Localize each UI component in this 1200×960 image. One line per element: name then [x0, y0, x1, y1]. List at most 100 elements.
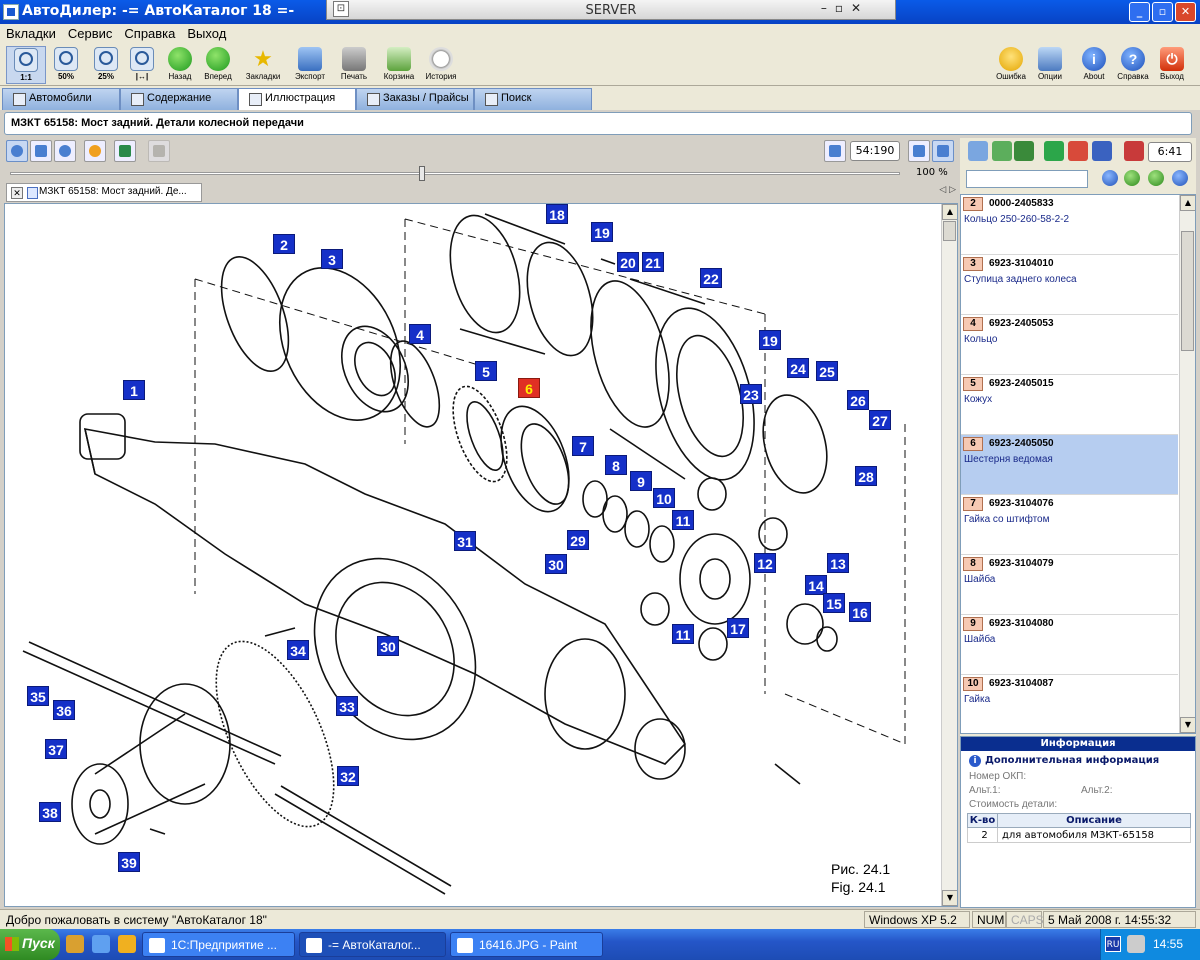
task-paint[interactable]: 16416.JPG - Paint: [450, 932, 603, 957]
grid-view-button[interactable]: [30, 140, 52, 162]
part-callout[interactable]: 15: [823, 593, 845, 613]
error-button[interactable]: Ошибка: [991, 46, 1031, 84]
parts-list-item[interactable]: 10 6923-3104087 Гайка: [961, 675, 1178, 733]
parts-list-item[interactable]: 9 6923-3104080 Шайба: [961, 615, 1178, 675]
exit-button[interactable]: ⏻ Выход: [1152, 46, 1192, 84]
part-callout[interactable]: 6: [518, 378, 540, 398]
part-callout[interactable]: 18: [546, 204, 568, 224]
edit-icon[interactable]: [1092, 141, 1112, 161]
part-callout[interactable]: 3: [321, 249, 343, 269]
part-callout[interactable]: 22: [700, 268, 722, 288]
part-callout[interactable]: 2: [273, 234, 295, 254]
part-callout[interactable]: 26: [847, 390, 869, 410]
part-callout[interactable]: 10: [653, 488, 675, 508]
part-callout[interactable]: 30: [545, 554, 567, 574]
pages-button[interactable]: [824, 140, 846, 162]
app-icon[interactable]: [3, 4, 19, 20]
menu-service[interactable]: Сервис: [62, 24, 119, 43]
part-callout[interactable]: 39: [118, 852, 140, 872]
part-callout[interactable]: 36: [53, 700, 75, 720]
menu-tabs[interactable]: Вкладки: [0, 24, 62, 43]
refresh-view-button[interactable]: [6, 140, 28, 162]
zoom-slider-track[interactable]: [10, 172, 900, 175]
task-autocatalog[interactable]: -= АвтоКаталог...: [299, 932, 446, 957]
parts-list-item[interactable]: 8 6923-3104079 Шайба: [961, 555, 1178, 615]
part-callout[interactable]: 30: [377, 636, 399, 656]
cart-button[interactable]: Корзина: [379, 46, 419, 84]
scroll-down-icon[interactable]: ▼: [1180, 717, 1195, 733]
delete-icon[interactable]: [1068, 141, 1088, 161]
part-callout[interactable]: 28: [855, 466, 877, 486]
zoom-25-button[interactable]: 25%: [86, 46, 126, 84]
zoom-50-button[interactable]: 50%: [46, 46, 86, 84]
part-callout[interactable]: 37: [45, 739, 67, 759]
scroll-up-icon[interactable]: ▲: [1180, 195, 1195, 211]
part-callout[interactable]: 1: [123, 380, 145, 400]
part-callout[interactable]: 4: [409, 324, 431, 344]
part-callout[interactable]: 11: [672, 624, 694, 644]
help-button[interactable]: ? Справка: [1113, 46, 1153, 84]
illustration-canvas[interactable]: 1 2 3 4 5 6 7 8 9 10 11 11 12 13 14 15 16 17 18 19 19 20 21 22 2…: [4, 203, 958, 907]
part-callout[interactable]: 13: [827, 553, 849, 573]
part-callout[interactable]: 23: [740, 384, 762, 404]
menu-help[interactable]: Справка: [118, 24, 181, 43]
part-callout[interactable]: 29: [567, 530, 589, 550]
part-callout[interactable]: 27: [869, 410, 891, 430]
part-callout[interactable]: 21: [642, 252, 664, 272]
network-icon[interactable]: [1127, 935, 1145, 953]
split-view-button[interactable]: [932, 140, 954, 162]
parts-scrollbar[interactable]: ▲ ▼: [1179, 195, 1195, 733]
tab-illustration[interactable]: Иллюстрация: [238, 88, 356, 110]
parts-list-item[interactable]: 3 6923-3104010 Ступица заднего колеса: [961, 255, 1178, 315]
part-callout[interactable]: 31: [454, 531, 476, 551]
parts-list-item[interactable]: 5 6923-2405015 Кожух: [961, 375, 1178, 435]
part-callout[interactable]: 5: [475, 361, 497, 381]
tab-nav-arrows[interactable]: ◁ ▷: [939, 185, 956, 195]
bookmarks-button[interactable]: ★ Закладки: [243, 46, 283, 84]
minimize-button[interactable]: _: [1129, 2, 1150, 22]
copy-icon[interactable]: [968, 141, 988, 161]
part-callout[interactable]: 14: [805, 575, 827, 595]
part-callout[interactable]: 32: [337, 766, 359, 786]
next-icon[interactable]: [1148, 170, 1164, 186]
part-callout[interactable]: 11: [672, 510, 694, 530]
tab-contents[interactable]: Содержание: [120, 88, 238, 110]
tab-orders[interactable]: Заказы / Прайсы: [356, 88, 474, 110]
part-callout[interactable]: 34: [287, 640, 309, 660]
remote-desktop-bar[interactable]: ⊡ SERVER –▫✕: [326, 0, 896, 20]
scroll-up-icon[interactable]: ▲: [942, 204, 957, 220]
part-callout[interactable]: 38: [39, 802, 61, 822]
task-1c[interactable]: 1С:Предприятие ...: [142, 932, 295, 957]
quicklaunch-ie-icon[interactable]: [92, 935, 110, 953]
part-callout[interactable]: 20: [617, 252, 639, 272]
first-icon[interactable]: [1102, 170, 1118, 186]
options-button[interactable]: Опции: [1030, 46, 1070, 84]
part-callout[interactable]: 19: [759, 330, 781, 350]
list-view-button[interactable]: [908, 140, 930, 162]
copy-image-button[interactable]: [114, 140, 136, 162]
part-callout[interactable]: 19: [591, 222, 613, 242]
upload-icon[interactable]: [1044, 141, 1064, 161]
back-button[interactable]: Назад: [160, 46, 200, 84]
maximize-button[interactable]: ▫: [1152, 2, 1173, 22]
menu-exit[interactable]: Выход: [181, 24, 232, 43]
part-callout[interactable]: 24: [787, 358, 809, 378]
favorite-button[interactable]: [84, 140, 106, 162]
part-callout[interactable]: 16: [849, 602, 871, 622]
3d-button[interactable]: [148, 140, 170, 162]
part-callout[interactable]: 9: [630, 471, 652, 491]
prev-icon[interactable]: [1124, 170, 1140, 186]
part-callout[interactable]: 8: [605, 455, 627, 475]
zoom-slider[interactable]: 100 %: [4, 166, 958, 182]
part-callout[interactable]: 25: [816, 361, 838, 381]
close-icon[interactable]: ✕: [11, 187, 23, 199]
start-button[interactable]: Пуск: [0, 929, 60, 960]
zoom-1-1-button[interactable]: 1:1: [6, 46, 46, 84]
document-tab[interactable]: ✕ МЗКТ 65158: Мост задний. Де...: [6, 183, 202, 202]
parts-list-item[interactable]: 6 6923-2405050 Шестерня ведомая: [961, 435, 1178, 495]
about-button[interactable]: i About: [1074, 46, 1114, 84]
scroll-down-icon[interactable]: ▼: [942, 890, 957, 906]
table-row[interactable]: 2 для автомобиля МЗКТ-65158: [967, 827, 1191, 843]
parts-list-item[interactable]: 7 6923-3104076 Гайка со штифтом: [961, 495, 1178, 555]
tab-automobiles[interactable]: Автомобили: [2, 88, 120, 110]
